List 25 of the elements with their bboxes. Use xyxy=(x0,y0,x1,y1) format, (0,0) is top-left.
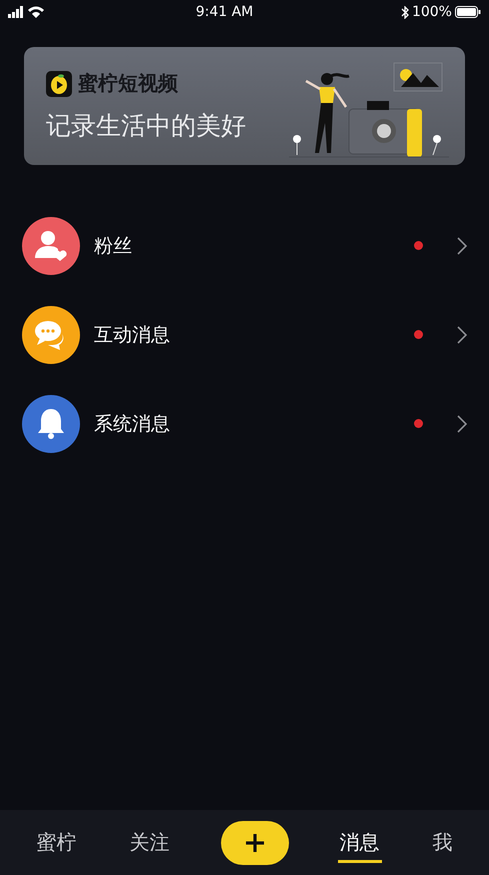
lemon-play-logo-icon xyxy=(46,70,72,96)
chevron-right-icon xyxy=(457,326,467,344)
banner-slogan: 记录生活中的美好 xyxy=(46,110,246,142)
bell-icon xyxy=(22,394,80,452)
message-row[interactable]: 互动消息 xyxy=(0,290,489,379)
plus-icon xyxy=(244,832,266,854)
battery-percent: 100% xyxy=(412,4,452,20)
nav-tab[interactable]: 关注 xyxy=(128,822,172,862)
nav-tab[interactable]: 消息 xyxy=(338,822,382,862)
nav-tab[interactable]: 我 xyxy=(430,822,454,862)
nav-tab[interactable]: 蜜柠 xyxy=(34,822,78,862)
row-label: 粉丝 xyxy=(94,234,132,258)
chat-bubbles-icon xyxy=(22,306,80,364)
brand-name: 蜜柠短视频 xyxy=(78,70,178,97)
bluetooth-icon xyxy=(400,6,409,18)
message-row[interactable]: 粉丝 xyxy=(0,201,489,290)
status-time: 9:41 AM xyxy=(196,4,254,20)
battery-icon xyxy=(454,6,481,18)
row-label: 系统消息 xyxy=(94,412,170,436)
chevron-right-icon xyxy=(457,414,467,432)
add-button[interactable] xyxy=(220,820,288,864)
message-row[interactable]: 系统消息 xyxy=(0,379,489,468)
chevron-right-icon xyxy=(457,236,467,254)
row-label: 互动消息 xyxy=(94,322,170,348)
banner-card[interactable]: 蜜柠短视频 记录生活中的美好 xyxy=(24,47,465,165)
